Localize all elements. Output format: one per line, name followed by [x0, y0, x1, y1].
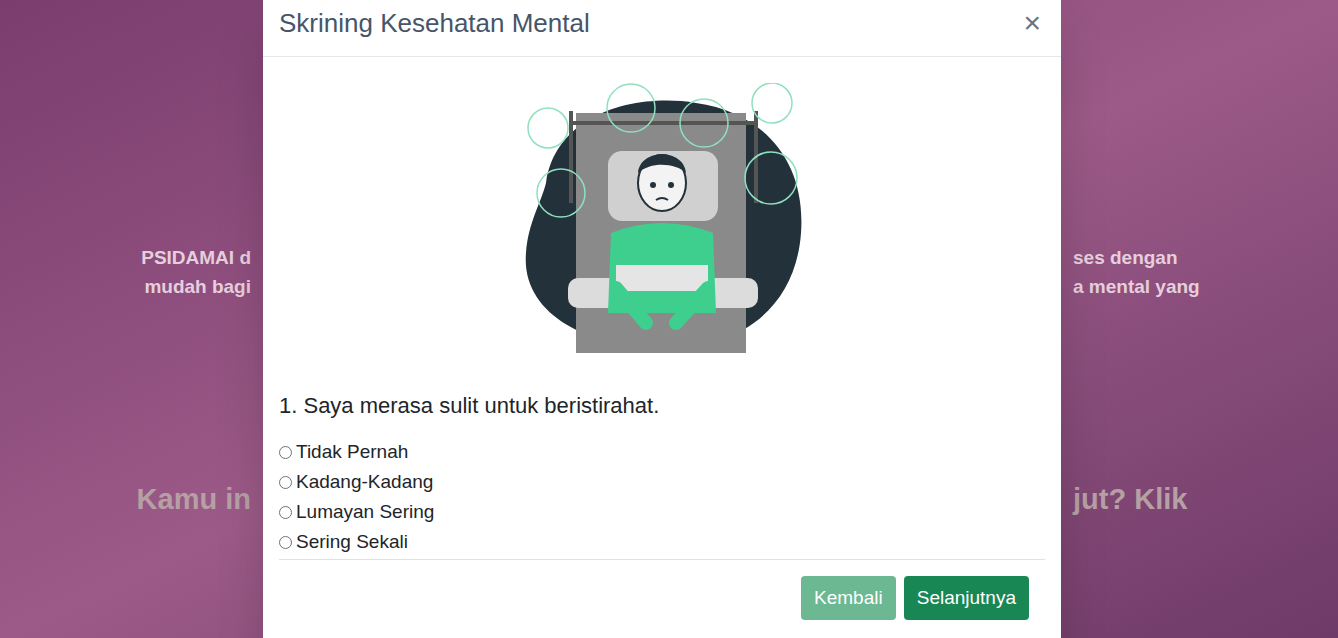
close-button[interactable]: ×: [1023, 8, 1045, 38]
modal: Skrining Kesehatan Mental ×: [263, 0, 1061, 638]
option-radio[interactable]: [279, 536, 292, 549]
next-button[interactable]: Selanjutnya: [904, 576, 1029, 620]
modal-header: Skrining Kesehatan Mental ×: [263, 0, 1061, 57]
option-radio[interactable]: [279, 506, 292, 519]
question-text: 1. Saya merasa sulit untuk beristirahat.: [279, 391, 1045, 421]
option-row[interactable]: Sering Sekali: [279, 527, 1045, 557]
background-text: a mental yang: [1073, 272, 1200, 301]
option-row[interactable]: Lumayan Sering: [279, 497, 1045, 527]
question-section: 1. Saya merasa sulit untuk beristirahat.…: [263, 373, 1061, 560]
option-label: Kadang-Kadang: [296, 469, 433, 495]
background-right: ses dengana mental yang jut? Klik: [1061, 0, 1338, 638]
modal-footer: KembaliSelanjutnya: [263, 560, 1061, 620]
modal-title: Skrining Kesehatan Mental: [279, 6, 590, 40]
background-left: PSIDAMAI dmudah bagi Kamu in: [0, 0, 263, 638]
background-text: jut? Klik: [1073, 481, 1187, 517]
option-label: Tidak Pernah: [296, 439, 408, 465]
background-text: ses dengan: [1073, 243, 1178, 272]
option-row[interactable]: Tidak Pernah: [279, 437, 1045, 467]
back-button: Kembali: [801, 576, 896, 620]
sleepless-person-icon: [516, 83, 808, 373]
background-text: PSIDAMAI d: [141, 243, 251, 272]
option-radio[interactable]: [279, 446, 292, 459]
option-label: Sering Sekali: [296, 529, 408, 555]
background-text: Kamu in: [137, 481, 251, 517]
option-radio[interactable]: [279, 476, 292, 489]
options-list: Tidak Pernah Kadang-Kadang Lumayan Sering S…: [279, 421, 1045, 557]
page: PSIDAMAI dmudah bagi Kamu in ses dengana …: [0, 0, 1338, 638]
background-text: mudah bagi: [144, 272, 251, 301]
option-row[interactable]: Kadang-Kadang: [279, 467, 1045, 497]
option-label: Lumayan Sering: [296, 499, 434, 525]
illustration: [263, 57, 1061, 373]
